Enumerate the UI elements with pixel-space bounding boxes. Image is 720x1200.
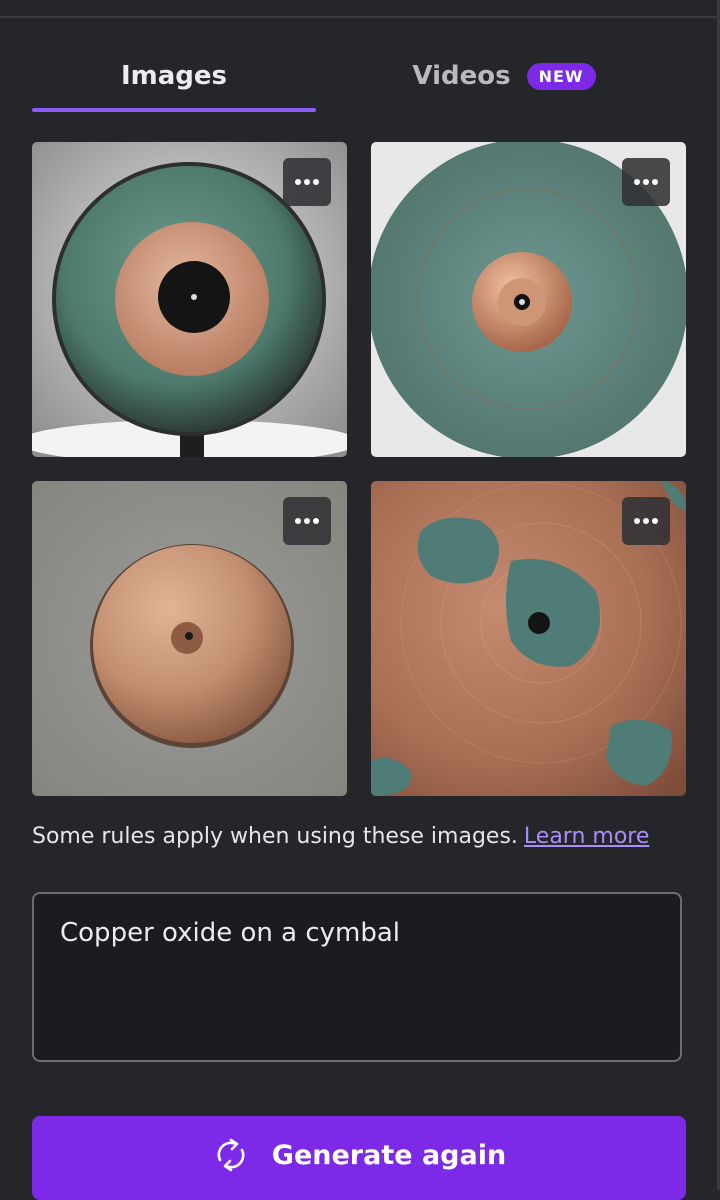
- tab-images-label: Images: [120, 61, 228, 91]
- usage-notice: Some rules apply when using these images…: [32, 824, 692, 849]
- tab-videos[interactable]: Videos NEW: [362, 40, 646, 112]
- generate-again-button[interactable]: Generate again: [32, 1116, 686, 1200]
- active-tab-indicator: [32, 108, 316, 112]
- new-badge: NEW: [526, 62, 596, 90]
- prompt-input[interactable]: Copper oxide on a cymbal: [32, 892, 682, 1062]
- more-horizontal-icon: [295, 179, 319, 185]
- tab-images[interactable]: Images: [32, 40, 316, 112]
- image-options-button[interactable]: [622, 158, 670, 206]
- top-divider: [0, 16, 720, 18]
- media-tabs: Images Videos NEW: [32, 40, 686, 114]
- more-horizontal-icon: [634, 518, 658, 524]
- tab-videos-label: Videos: [412, 61, 511, 91]
- refresh-icon: [217, 1138, 245, 1172]
- more-horizontal-icon: [634, 179, 658, 185]
- learn-more-link[interactable]: Learn more: [524, 824, 649, 849]
- image-options-button[interactable]: [283, 497, 331, 545]
- generate-again-label: Generate again: [271, 1140, 507, 1171]
- more-horizontal-icon: [295, 518, 319, 524]
- generated-image-4[interactable]: [371, 481, 686, 796]
- usage-notice-text: Some rules apply when using these images…: [32, 824, 518, 849]
- generated-image-3[interactable]: [32, 481, 347, 796]
- generated-image-2[interactable]: [371, 142, 686, 457]
- generated-image-1[interactable]: [32, 142, 347, 457]
- image-options-button[interactable]: [283, 158, 331, 206]
- image-options-button[interactable]: [622, 497, 670, 545]
